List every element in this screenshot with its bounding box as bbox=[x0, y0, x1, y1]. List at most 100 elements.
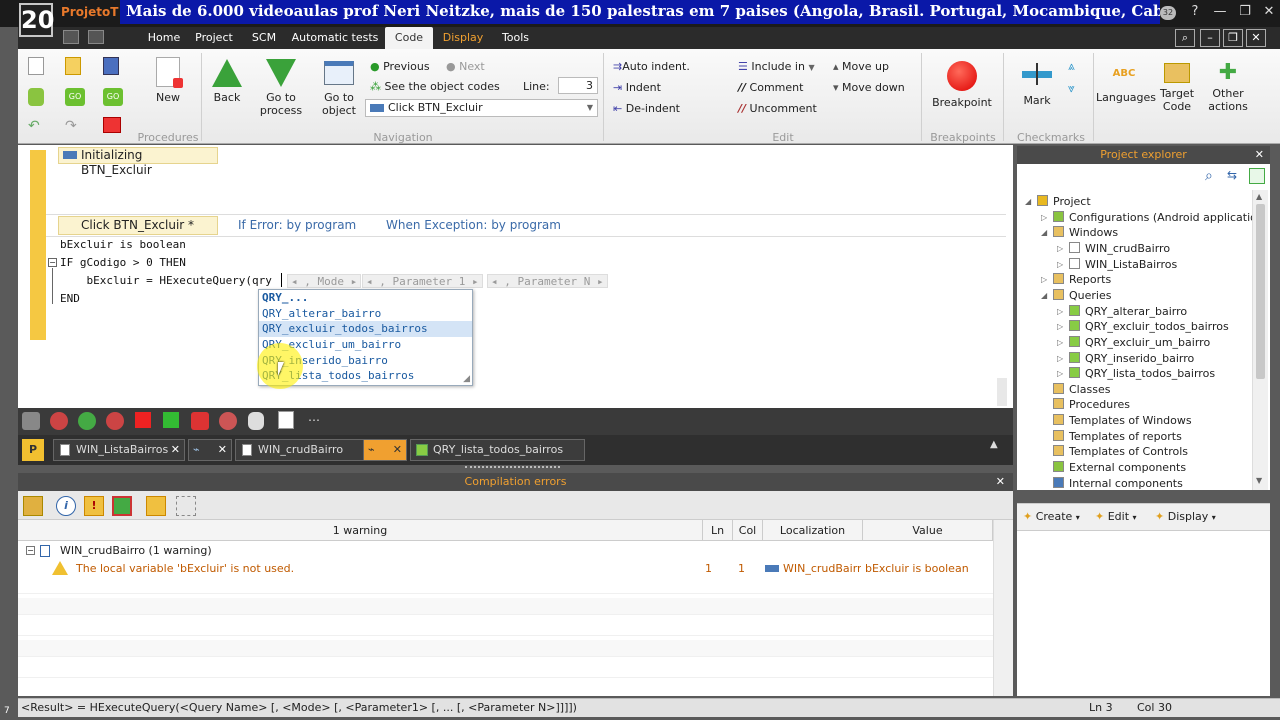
chevron-up-icon[interactable]: ▲ bbox=[1256, 192, 1262, 201]
hand-step-2-icon[interactable] bbox=[106, 412, 124, 430]
other-actions-button[interactable]: ✚ Other actions bbox=[1204, 62, 1252, 114]
tree-item-classes[interactable]: Classes bbox=[1053, 382, 1110, 398]
restore-doc-button[interactable]: ❐ bbox=[1223, 29, 1243, 47]
tree-item-procedures[interactable]: Procedures bbox=[1053, 397, 1130, 413]
restore-button[interactable]: ❐ bbox=[1232, 2, 1258, 22]
hand-step-icon[interactable] bbox=[78, 412, 96, 430]
expand-closed-icon[interactable]: ▷ bbox=[1057, 369, 1063, 378]
scroll-thumb[interactable] bbox=[1256, 204, 1265, 379]
menu-automatic-tests[interactable]: Automatic tests bbox=[290, 27, 380, 49]
debug-icon[interactable] bbox=[22, 412, 40, 430]
tree-item-windows[interactable]: Windows bbox=[1053, 225, 1118, 241]
stop-icon[interactable] bbox=[135, 412, 151, 428]
see-object-codes-button[interactable]: ⁂ See the object codes bbox=[370, 80, 500, 93]
warning-group[interactable]: WIN_crudBairro (1 warning) bbox=[60, 544, 212, 557]
tab-listabairros-code[interactable]: ⌁ ✕ bbox=[188, 439, 232, 461]
click-event-tab[interactable]: Click BTN_Excluir * bbox=[58, 216, 218, 235]
tools-icon[interactable] bbox=[103, 117, 121, 133]
tree-item-templates-windows[interactable]: Templates of Windows bbox=[1053, 413, 1192, 429]
tree-item-project[interactable]: Project bbox=[1037, 194, 1091, 210]
code-filter-icon[interactable] bbox=[146, 496, 166, 516]
autocomplete-item[interactable]: QRY_alterar_bairro bbox=[259, 306, 472, 322]
go-icon[interactable]: GO bbox=[65, 88, 85, 106]
close-icon[interactable]: ✕ bbox=[218, 440, 227, 460]
tree-item-queries[interactable]: Queries bbox=[1053, 288, 1111, 304]
hand-run-icon[interactable] bbox=[50, 412, 68, 430]
tab-win-crudbairro[interactable]: WIN_crudBairro ✕ bbox=[235, 439, 377, 461]
tree-item-win-crudbairro[interactable]: WIN_crudBairro bbox=[1069, 241, 1170, 257]
go-to-process-button[interactable]: Go to process bbox=[258, 59, 304, 117]
breakpoint-button[interactable]: Breakpoint bbox=[928, 61, 996, 109]
save-icon[interactable] bbox=[103, 57, 119, 75]
when-exception-link[interactable]: When Exception: by program bbox=[386, 218, 561, 232]
tree-item-qry-lista-todos[interactable]: QRY_lista_todos_bairros bbox=[1069, 366, 1215, 382]
col-header-value[interactable]: Value bbox=[863, 520, 993, 541]
expand-open-icon[interactable]: ◢ bbox=[1025, 197, 1031, 206]
close-button[interactable]: ✕ bbox=[1256, 2, 1280, 22]
expand-closed-icon[interactable]: ▷ bbox=[1057, 354, 1063, 363]
expand-closed-icon[interactable]: ▷ bbox=[1057, 322, 1063, 331]
warning-filter-icon[interactable]: ! bbox=[84, 496, 104, 516]
fold-icon[interactable]: − bbox=[48, 258, 57, 267]
tree-item-qry-inserido[interactable]: QRY_inserido_bairro bbox=[1069, 351, 1194, 367]
close-icon[interactable]: ✕ bbox=[1255, 146, 1264, 164]
quick-access-icon[interactable] bbox=[63, 30, 79, 44]
select-icon[interactable] bbox=[176, 496, 196, 516]
tab-win-listabairros[interactable]: WIN_ListaBairros ✕ bbox=[53, 439, 185, 461]
tree-item-templates-controls[interactable]: Templates of Controls bbox=[1053, 444, 1188, 460]
target-code-button[interactable]: Target Code bbox=[1156, 63, 1198, 113]
previous-mark-icon[interactable]: ⩓ bbox=[1068, 59, 1082, 73]
create-button[interactable]: ✦ Create ▾ bbox=[1023, 510, 1080, 523]
menu-home[interactable]: Home bbox=[138, 27, 190, 49]
minimize-button[interactable]: — bbox=[1207, 2, 1233, 22]
info-icon[interactable]: i bbox=[56, 496, 76, 516]
expand-closed-icon[interactable]: ▷ bbox=[1041, 213, 1047, 222]
project-icon[interactable]: P bbox=[22, 439, 44, 461]
close-icon[interactable]: ✕ bbox=[996, 473, 1005, 491]
hand-icon[interactable] bbox=[248, 412, 264, 430]
col-header-localization[interactable]: Localization bbox=[763, 520, 863, 541]
languages-button[interactable]: ABC Languages bbox=[1096, 67, 1156, 104]
comment-button[interactable]: // Comment bbox=[738, 81, 803, 94]
go-icon[interactable] bbox=[163, 412, 179, 428]
resize-grip-icon[interactable]: ◢ bbox=[463, 374, 470, 384]
menu-scm[interactable]: SCM bbox=[243, 27, 285, 49]
menu-code[interactable]: Code bbox=[385, 27, 433, 49]
indent-button[interactable]: ⇥ Indent bbox=[613, 81, 661, 94]
android-icon[interactable] bbox=[28, 88, 44, 106]
splitter-grip[interactable] bbox=[465, 466, 560, 468]
expand-open-icon[interactable]: ◢ bbox=[1041, 228, 1047, 237]
edit-button[interactable]: ✦ Edit ▾ bbox=[1095, 510, 1137, 523]
uncomment-button[interactable]: // Uncomment bbox=[738, 102, 817, 115]
menu-display[interactable]: Display bbox=[438, 27, 488, 49]
page-icon[interactable] bbox=[278, 411, 294, 429]
autocomplete-item[interactable]: QRY_... bbox=[259, 290, 472, 306]
collapse-icon[interactable]: − bbox=[26, 546, 35, 555]
more-icon[interactable]: … bbox=[308, 410, 320, 424]
flag-icon[interactable] bbox=[191, 412, 209, 430]
explorer-scrollbar[interactable]: ▲ ▼ bbox=[1252, 190, 1268, 490]
open-icon[interactable] bbox=[65, 57, 81, 75]
tab-crudbairro-code[interactable]: ⌁ ✕ bbox=[363, 439, 407, 461]
tree-item-qry-excluir-todos[interactable]: QRY_excluir_todos_bairros bbox=[1069, 319, 1229, 335]
check-icon[interactable] bbox=[1249, 168, 1265, 184]
close-icon[interactable]: ✕ bbox=[171, 440, 180, 460]
menu-project[interactable]: Project bbox=[190, 27, 238, 49]
display-button[interactable]: ✦ Display ▾ bbox=[1155, 510, 1216, 523]
move-down-button[interactable]: ▾ Move down bbox=[833, 81, 905, 94]
expand-open-icon[interactable]: ◢ bbox=[1041, 291, 1047, 300]
autocomplete-item-selected[interactable]: QRY_excluir_todos_bairros bbox=[259, 321, 472, 338]
init-event-tab[interactable]: Initializing BTN_Excluir bbox=[58, 147, 218, 177]
col-header-col[interactable]: Col bbox=[733, 520, 763, 541]
go-test-icon[interactable]: GO bbox=[103, 88, 123, 106]
col-header-ln[interactable]: Ln bbox=[703, 520, 733, 541]
chevron-up-icon[interactable]: ▲ bbox=[990, 439, 998, 450]
tree-item-qry-excluir-um[interactable]: QRY_excluir_um_bairro bbox=[1069, 335, 1210, 351]
warning-message[interactable]: The local variable 'bExcluir' is not use… bbox=[76, 562, 294, 575]
expand-closed-icon[interactable]: ▷ bbox=[1041, 275, 1047, 284]
chevron-down-icon[interactable]: ▼ bbox=[1256, 476, 1262, 485]
close-doc-button[interactable]: ✕ bbox=[1246, 29, 1266, 47]
menu-tools[interactable]: Tools bbox=[493, 27, 538, 49]
expand-closed-icon[interactable]: ▷ bbox=[1057, 307, 1063, 316]
search-icon[interactable]: ⌕ bbox=[1205, 168, 1213, 184]
